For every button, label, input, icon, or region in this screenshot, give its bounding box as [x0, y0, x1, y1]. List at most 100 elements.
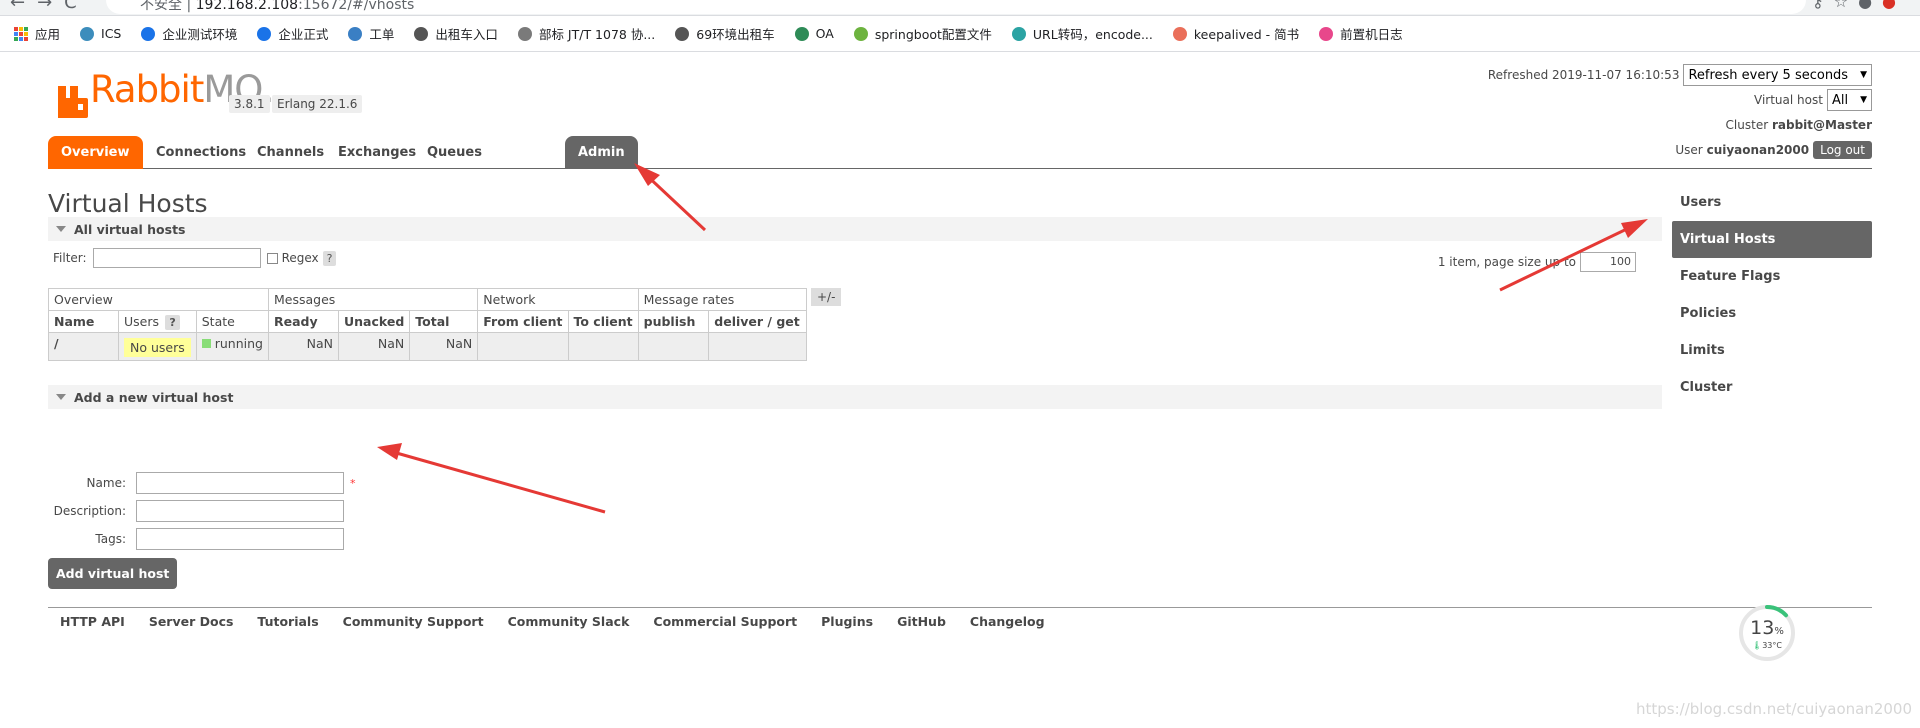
name-input[interactable] — [136, 472, 344, 494]
footer-link[interactable]: Changelog — [970, 614, 1045, 629]
bookmark-item[interactable]: 企业测试环境 — [141, 24, 237, 43]
footer-link[interactable]: Community Slack — [508, 614, 630, 629]
ticket-icon — [348, 26, 363, 41]
bookmark-label: 企业正式 — [278, 27, 329, 42]
bookmark-label: keepalived - 简书 — [1193, 27, 1300, 42]
col-from-client[interactable]: From client — [477, 310, 569, 333]
total-cell: NaN — [409, 332, 479, 361]
tab-queues[interactable]: Queues — [414, 136, 495, 169]
bookmark-item[interactable]: 企业正式 — [257, 24, 328, 43]
vhost-select[interactable]: All ▼ — [1826, 89, 1872, 111]
name-label: Name: — [86, 476, 126, 490]
bookmark-item[interactable]: 出租车入口 — [414, 24, 498, 43]
temperature-value: 33°C — [1762, 641, 1782, 650]
state-value: running — [214, 336, 263, 351]
regex-checkbox[interactable] — [266, 252, 278, 264]
vhost-name-link[interactable]: / — [48, 332, 119, 361]
browser-action-icons[interactable]: ⚷☆●● — [1812, 0, 1906, 11]
cpu-percent-value: 13 — [1750, 617, 1775, 639]
bookmark-label: 前置机日志 — [1340, 27, 1403, 42]
col-to-client[interactable]: To client — [567, 310, 639, 333]
sidebar-item-feature-flags[interactable]: Feature Flags — [1672, 258, 1872, 295]
col-users: Users ? — [118, 310, 197, 333]
bookmark-item[interactable]: 69环境出租车 — [675, 24, 775, 43]
bookmark-item[interactable]: 应用 — [14, 24, 60, 43]
collapse-triangle-icon — [56, 394, 66, 400]
bookmark-item[interactable]: ICS — [80, 26, 121, 41]
filter-input[interactable] — [92, 248, 261, 268]
url-host: 192.168.2.108 — [195, 0, 299, 13]
cpu-percent: 13% — [1738, 617, 1796, 639]
url-text[interactable]: 不安全 | 192.168.2.108:15672/#/vhosts — [140, 0, 414, 14]
no-users-badge: No users — [124, 338, 191, 357]
add-virtual-host-button[interactable]: Add virtual host — [48, 558, 178, 589]
footer-link[interactable]: Community Support — [343, 614, 484, 629]
paging-control: 1 item, page size up to 100 — [1438, 252, 1636, 272]
kibana-icon — [1319, 26, 1334, 41]
footer-link[interactable]: Tutorials — [257, 614, 318, 629]
footer-link[interactable]: Plugins — [821, 614, 873, 629]
bookmark-item[interactable]: 工单 — [348, 24, 394, 43]
url-rest: :15672/#/vhosts — [298, 0, 415, 13]
star-icon: ☆ — [1833, 0, 1859, 11]
col-total[interactable]: Total — [409, 310, 479, 333]
bookmark-item[interactable]: 部标 JT/T 1078 协... — [517, 24, 655, 43]
vhosts-table: Overview Messages Network Message rates … — [48, 288, 807, 361]
bookmark-label: 企业测试环境 — [162, 27, 238, 42]
col-users-label: Users — [124, 314, 160, 329]
col-publish[interactable]: publish — [637, 310, 710, 333]
sidebar-item-limits[interactable]: Limits — [1672, 332, 1872, 369]
col-unacked[interactable]: Unacked — [337, 310, 411, 333]
bookmark-label: 应用 — [35, 27, 61, 42]
tab-channels[interactable]: Channels — [244, 136, 337, 169]
sidebar-item-virtual-hosts[interactable]: Virtual Hosts — [1672, 221, 1872, 258]
admin-sidebar: Users Virtual Hosts Feature Flags Policies L… — [1672, 184, 1872, 406]
running-status-icon — [201, 339, 211, 348]
footer-link[interactable]: HTTP API — [60, 614, 125, 629]
tags-input[interactable] — [136, 528, 344, 550]
cluster-label: Cluster — [1725, 118, 1769, 132]
tab-overview[interactable]: Overview — [48, 136, 143, 169]
table-row[interactable]: / No users running NaN NaN NaN — [48, 332, 807, 361]
tab-admin[interactable]: Admin — [565, 136, 638, 169]
collapse-triangle-icon — [56, 226, 66, 232]
globe-icon — [675, 26, 690, 41]
columns-toggle-button[interactable]: +/- — [811, 288, 842, 306]
bookmark-item[interactable]: springboot配置文件 — [853, 24, 992, 43]
sidebar-item-cluster[interactable]: Cluster — [1672, 369, 1872, 406]
all-vhosts-section-header[interactable]: All virtual hosts — [48, 217, 1662, 241]
state-cell: running — [195, 332, 270, 361]
profile-icon: ● — [1858, 0, 1883, 11]
deliver-get-cell — [708, 332, 807, 361]
sidebar-item-users[interactable]: Users — [1672, 184, 1872, 221]
sidebar-item-policies[interactable]: Policies — [1672, 295, 1872, 332]
tab-connections[interactable]: Connections — [143, 136, 259, 169]
footer-link[interactable]: Server Docs — [149, 614, 234, 629]
bookmark-item[interactable]: OA — [794, 26, 834, 41]
users-help-icon[interactable]: ? — [165, 315, 180, 330]
col-ready[interactable]: Ready — [268, 310, 339, 333]
col-deliver-get[interactable]: deliver / get — [708, 310, 807, 333]
browser-nav-icons[interactable]: ←→C — [10, 0, 89, 13]
col-state[interactable]: State — [195, 310, 270, 333]
name-row: Name: * — [48, 472, 356, 494]
description-input[interactable] — [136, 500, 344, 522]
footer-link[interactable]: GitHub — [897, 614, 946, 629]
col-name[interactable]: Name — [48, 310, 119, 333]
bookmark-label: 69环境出租车 — [696, 27, 775, 42]
refresh-select[interactable]: Refresh every 5 seconds ▼ — [1683, 64, 1872, 86]
bookmark-label: 工单 — [369, 27, 395, 42]
page-title: Virtual Hosts — [48, 189, 208, 218]
bookmark-item[interactable]: 前置机日志 — [1319, 24, 1403, 43]
ie-icon — [257, 26, 272, 41]
bookmark-item[interactable]: URL转码，encode... — [1011, 24, 1153, 43]
key-icon: ⚷ — [1812, 0, 1834, 11]
system-monitor-widget[interactable]: 13% 🌡33°C — [1738, 604, 1796, 662]
regex-help-icon[interactable]: ? — [322, 250, 337, 266]
logo-rabbit-text: Rabbit — [90, 68, 204, 111]
bookmark-item[interactable]: keepalived - 简书 — [1172, 24, 1300, 43]
add-vhost-section-header[interactable]: Add a new virtual host — [48, 385, 1662, 409]
footer-link[interactable]: Commercial Support — [653, 614, 797, 629]
dropdown-arrow-icon: ▼ — [1860, 95, 1867, 105]
page-size-input[interactable]: 100 — [1580, 252, 1636, 272]
